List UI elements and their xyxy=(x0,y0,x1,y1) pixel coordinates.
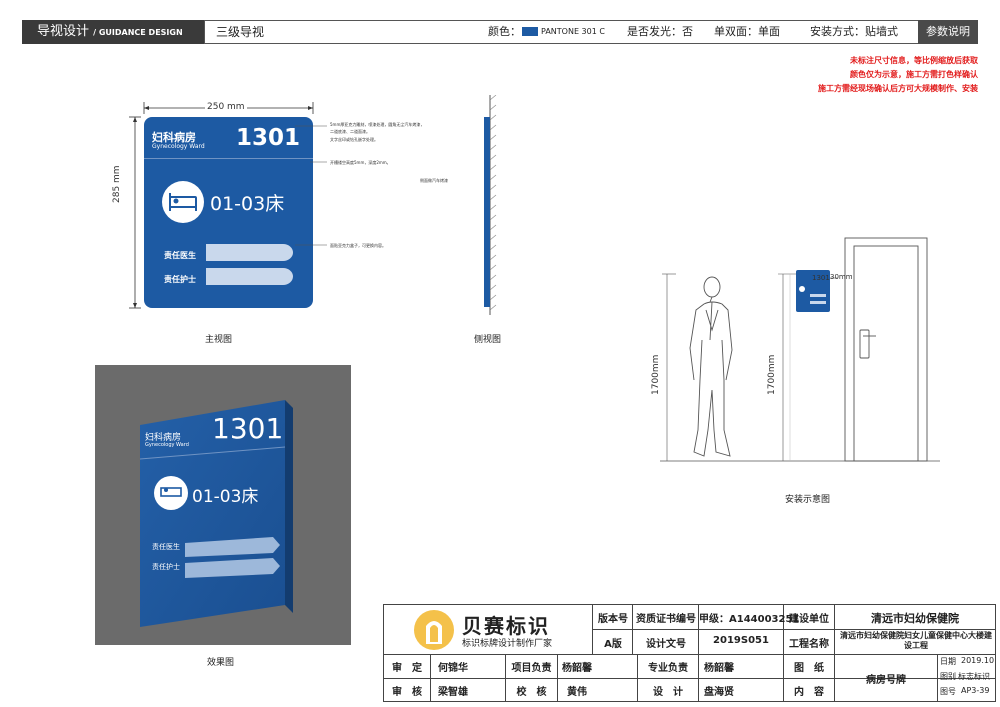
brand-subtitle: / GUIDANCE DESIGN xyxy=(93,28,183,37)
brand-label: 导视设计 / GUIDANCE DESIGN xyxy=(22,20,204,44)
drawing-label: 图 纸 xyxy=(794,663,824,674)
doctor-label: 责任医生 xyxy=(164,251,196,260)
side-annotation: 侧面做汽车烤漆 xyxy=(420,178,448,183)
tb-line xyxy=(383,654,996,655)
brand-title: 导视设计 xyxy=(37,24,90,39)
width-dimension: 250 mm xyxy=(205,102,247,112)
designer-value: 盘海贤 xyxy=(704,687,734,698)
install-caption: 安装示意图 xyxy=(785,495,831,505)
leader-lines xyxy=(295,125,327,246)
pro-label: 专业负责 xyxy=(648,663,688,674)
bed-icon xyxy=(162,181,204,223)
glow-spec: 是否发光：否 xyxy=(627,25,693,38)
date-value: 2019.10 xyxy=(961,656,995,665)
client-label: 建设单位 xyxy=(789,614,829,625)
effect-nurse-label: 责任护士 xyxy=(152,563,180,571)
install-diagram xyxy=(660,237,940,462)
person-silhouette xyxy=(689,276,733,457)
side-view-caption: 侧视图 xyxy=(474,335,502,345)
gap-dimension: 30mm xyxy=(830,273,853,281)
no-value: AP3-39 xyxy=(961,686,990,695)
annotation-4: 开槽镂空高度5mm，深度2mm。 xyxy=(330,160,391,165)
header-divider xyxy=(204,20,205,44)
project-label: 工程名称 xyxy=(789,639,829,650)
drawing-value: 病房号牌 xyxy=(866,675,906,686)
page-title: 三级导视 xyxy=(216,25,265,39)
pm-label: 项目负责 xyxy=(511,663,552,674)
tb-line xyxy=(937,654,938,702)
type-value: 标志标识 xyxy=(958,672,990,681)
color-swatch xyxy=(522,27,538,36)
tb-line xyxy=(592,629,996,630)
effect-caption: 效果图 xyxy=(207,658,235,668)
mount-spec: 安装方式：贴墙式 xyxy=(810,25,898,38)
grade-value: 甲级：A144003251 xyxy=(699,614,800,625)
design-label: 设 计 xyxy=(653,687,683,698)
version-value: A版 xyxy=(604,639,622,650)
effect-dept-name-en: Gynecology Ward xyxy=(145,442,189,448)
effect-room-number: 1301 xyxy=(212,412,284,445)
person-height-dim: 1700mm xyxy=(651,354,661,395)
note-3: 施工方需经现场确认后方可大规模制作、安装 xyxy=(818,84,978,93)
room-number: 1301 xyxy=(236,125,301,151)
cert-label: 资质证书编号 xyxy=(636,614,696,625)
type-label: 图别 xyxy=(940,672,956,681)
room-sign-front: 妇科病房 Gynecology Ward 1301 01-03床 责任医生 责任… xyxy=(144,117,313,308)
version-label: 版本号 xyxy=(598,614,628,625)
color-label: 颜色： xyxy=(488,25,521,38)
date-label: 日期 xyxy=(940,657,956,666)
sign-room-number-thumb: 1301 xyxy=(812,274,830,282)
sign-height-dim: 1700mm xyxy=(767,354,777,395)
check-value: 黄伟 xyxy=(567,687,587,698)
side-view-drawing xyxy=(484,95,497,315)
project-value: 清远市妇幼保健院妇女儿童保健中心大楼建设工程 xyxy=(840,631,992,650)
design-no-value: 2019S051 xyxy=(713,635,769,646)
height-dimension: 285 mm xyxy=(112,163,122,205)
door-drawing xyxy=(844,237,928,462)
company-tagline: 标识标牌设计制作厂家 xyxy=(462,639,553,649)
review-value: 梁智雄 xyxy=(438,687,468,698)
sides-spec: 单双面：单面 xyxy=(714,25,780,38)
effect-doctor-label: 责任医生 xyxy=(152,543,180,551)
note-2: 颜色仅为示意，施工方需打色样确认 xyxy=(850,70,978,79)
company-logo-icon xyxy=(414,610,454,650)
reference-button[interactable]: 参数说明 xyxy=(918,20,978,44)
annotation-5: 面贴亚克力盒子，可更换内容。 xyxy=(330,243,386,248)
annotation-2: 二道底漆、二道面漆。 xyxy=(330,129,370,134)
annotation-1: 5mm厚亚克力雕刻，喷漆处理，圆角无尘汽车烤漆， xyxy=(330,122,425,127)
pm-value: 杨韶馨 xyxy=(562,663,592,674)
sign-divider xyxy=(144,158,313,159)
no-label: 图号 xyxy=(940,687,956,696)
approve-label: 审 定 xyxy=(392,663,422,674)
annotation-3: 文字丝印或钻孔嵌字处理。 xyxy=(330,137,378,142)
note-1: 未标注尺寸信息，等比例缩放后获取 xyxy=(850,56,978,65)
nurse-label: 责任护士 xyxy=(164,275,196,284)
check-label: 校 核 xyxy=(516,687,547,698)
client-value: 清远市妇幼保健院 xyxy=(871,612,959,625)
dept-name-en: Gynecology Ward xyxy=(152,143,205,150)
front-view-caption: 主视图 xyxy=(205,335,233,345)
content-label: 内 容 xyxy=(794,687,824,698)
pantone-code: PANTONE 301 C xyxy=(541,27,605,36)
doctor-slot xyxy=(206,244,293,261)
design-no-label: 设计文号 xyxy=(646,639,686,650)
bed-range: 01-03床 xyxy=(210,193,285,215)
nurse-slot xyxy=(206,268,293,285)
effect-bed-range: 01-03床 xyxy=(192,487,259,507)
review-label: 审 核 xyxy=(392,687,422,698)
company-name: 贝赛标识 xyxy=(462,614,550,638)
approve-value: 何锦华 xyxy=(438,663,468,674)
tb-line xyxy=(592,604,593,654)
pro-value: 杨韶馨 xyxy=(704,663,734,674)
